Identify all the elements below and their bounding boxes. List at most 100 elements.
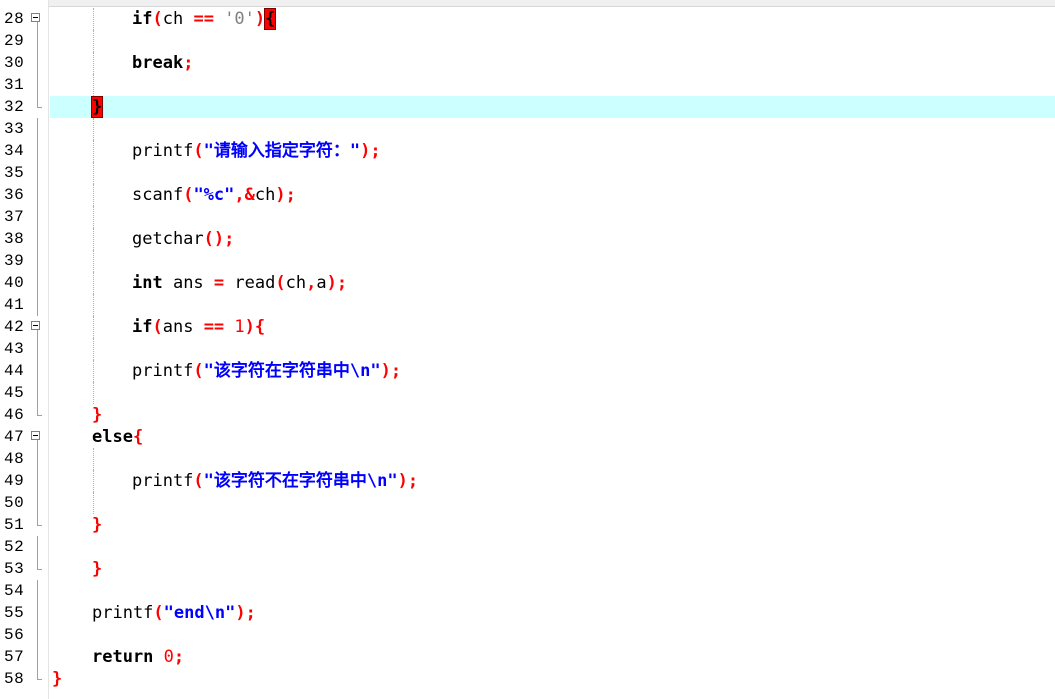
code-line[interactable]: 48 xyxy=(0,448,1055,470)
code-line[interactable]: 58} xyxy=(0,668,1055,690)
line-number: 34 xyxy=(4,142,25,160)
code-token: ch xyxy=(162,9,194,29)
code-line[interactable]: 53} xyxy=(0,558,1055,580)
line-number: 28 xyxy=(4,10,25,28)
fold-marker-line xyxy=(37,330,38,338)
fold-marker-line xyxy=(37,440,38,448)
line-number: 37 xyxy=(4,208,25,226)
code-line[interactable]: 52 xyxy=(0,536,1055,558)
line-number: 29 xyxy=(4,32,25,50)
line-number: 40 xyxy=(4,274,25,292)
code-token: '0' xyxy=(224,9,255,29)
code-token: } xyxy=(52,669,63,689)
code-line[interactable]: 31 xyxy=(0,74,1055,96)
code-line[interactable]: 33 xyxy=(0,118,1055,140)
line-number: 57 xyxy=(4,648,25,666)
code-text: int ans = read(ch,a); xyxy=(132,272,347,294)
code-token: 0 xyxy=(163,647,174,667)
code-text: } xyxy=(92,558,102,580)
code-line[interactable]: 55 printf("end\n"); xyxy=(0,602,1055,624)
line-number: 36 xyxy=(4,186,25,204)
indent-guide xyxy=(93,316,94,338)
fold-marker-line xyxy=(37,448,38,470)
code-line[interactable]: 28 if(ch == '0'){ xyxy=(0,8,1055,30)
code-token: "该字符不在字符串中\n" xyxy=(203,471,398,491)
indent-guide xyxy=(93,140,94,162)
code-text: scanf("%c",&ch); xyxy=(132,184,296,206)
code-line[interactable]: 32} xyxy=(0,96,1055,118)
code-token: { xyxy=(132,427,144,447)
code-token: "end\n" xyxy=(163,603,236,623)
line-number: 39 xyxy=(4,252,25,270)
code-text: break; xyxy=(132,52,193,74)
fold-toggle-icon[interactable] xyxy=(31,431,40,440)
line-number: 33 xyxy=(4,120,25,138)
tab-bar-edge xyxy=(0,0,1055,7)
indent-guide xyxy=(93,448,94,470)
fold-toggle-icon[interactable] xyxy=(31,321,40,330)
fold-marker-line xyxy=(37,22,38,30)
fold-marker-line xyxy=(37,602,38,624)
code-token: ans xyxy=(162,273,214,293)
code-token: printf xyxy=(92,603,154,623)
code-line[interactable]: 49 printf("该字符不在字符串中\n"); xyxy=(0,470,1055,492)
code-text: printf("end\n"); xyxy=(92,602,256,624)
code-token: ( xyxy=(153,603,164,623)
code-line[interactable]: 44 printf("该字符在字符串中\n"); xyxy=(0,360,1055,382)
code-token: 1 xyxy=(234,317,245,337)
code-token: ) xyxy=(254,9,266,29)
line-number: 45 xyxy=(4,384,25,402)
code-editor[interactable]: 28 if(ch == '0'){29 30 break; 31 32} 33 34 print… xyxy=(0,8,1055,690)
code-token: == xyxy=(193,9,214,29)
code-token: ); xyxy=(397,471,419,491)
code-text: } xyxy=(92,514,102,536)
code-line[interactable]: 47 else{ xyxy=(0,426,1055,448)
code-token: break xyxy=(132,53,184,73)
code-line[interactable]: 51} xyxy=(0,514,1055,536)
line-number: 42 xyxy=(4,318,25,336)
code-token: ); xyxy=(235,603,256,623)
line-number: 35 xyxy=(4,164,25,182)
code-token: ( xyxy=(275,273,286,293)
code-line[interactable]: 35 xyxy=(0,162,1055,184)
code-token: ); xyxy=(275,185,296,205)
matched-brace: { xyxy=(264,8,277,30)
code-line[interactable]: 57 return 0; xyxy=(0,646,1055,668)
code-line[interactable]: 29 xyxy=(0,30,1055,52)
fold-toggle-icon[interactable] xyxy=(31,13,40,22)
code-token: ( xyxy=(183,185,194,205)
code-text: printf("该字符不在字符串中\n"); xyxy=(132,470,418,492)
code-token: getchar xyxy=(132,229,204,249)
indent-guide xyxy=(93,8,94,30)
code-line[interactable]: 41 xyxy=(0,294,1055,316)
code-token: ){ xyxy=(244,317,266,337)
code-line[interactable]: 42 if(ans == 1){ xyxy=(0,316,1055,338)
code-line[interactable]: 39 xyxy=(0,250,1055,272)
code-line[interactable]: 56 xyxy=(0,624,1055,646)
code-line[interactable]: 37 xyxy=(0,206,1055,228)
fold-marker-line xyxy=(37,140,38,162)
line-number: 51 xyxy=(4,516,25,534)
code-line[interactable]: 38 getchar(); xyxy=(0,228,1055,250)
line-number: 38 xyxy=(4,230,25,248)
code-line[interactable]: 30 break; xyxy=(0,52,1055,74)
code-line[interactable]: 43 xyxy=(0,338,1055,360)
code-line[interactable]: 46} xyxy=(0,404,1055,426)
code-line[interactable]: 54 xyxy=(0,580,1055,602)
fold-marker-line xyxy=(37,162,38,184)
code-token: ( xyxy=(152,9,163,29)
fold-marker-line xyxy=(37,536,38,558)
fold-marker-line xyxy=(37,272,38,294)
indent-guide xyxy=(93,470,94,492)
code-line[interactable]: 40 int ans = read(ch,a); xyxy=(0,272,1055,294)
fold-marker-line xyxy=(37,624,38,646)
fold-marker-line xyxy=(37,294,38,316)
code-token: ans xyxy=(162,317,204,337)
fold-marker-line xyxy=(37,382,38,404)
code-line[interactable]: 36 scanf("%c",&ch); xyxy=(0,184,1055,206)
code-line[interactable]: 34 printf("请输入指定字符："); xyxy=(0,140,1055,162)
code-line[interactable]: 45 xyxy=(0,382,1055,404)
code-line[interactable]: 50 xyxy=(0,492,1055,514)
indent-guide xyxy=(93,74,94,96)
current-line-highlight xyxy=(50,96,1055,118)
